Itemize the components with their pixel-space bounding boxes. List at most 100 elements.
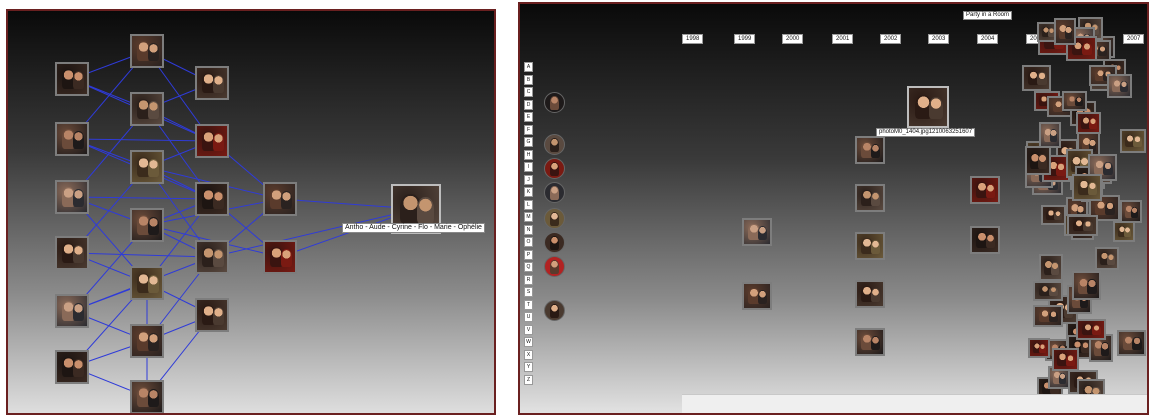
photo-node[interactable] bbox=[55, 236, 89, 270]
person-avatar[interactable] bbox=[544, 182, 565, 203]
letter-index-l[interactable]: L bbox=[524, 199, 533, 210]
letter-index-z[interactable]: Z bbox=[524, 374, 533, 385]
year-label-1999[interactable]: 1999 bbox=[734, 34, 756, 44]
letter-index-i[interactable]: I bbox=[524, 162, 533, 172]
photo-node[interactable] bbox=[55, 294, 89, 328]
timeline-panel[interactable]: Party in a Room 1998 1999 2000 2001 2002… bbox=[518, 2, 1149, 415]
person-avatar[interactable] bbox=[544, 232, 565, 253]
letter-index-b[interactable]: B bbox=[524, 74, 533, 85]
photo-node[interactable] bbox=[130, 34, 164, 68]
photo-node[interactable] bbox=[55, 350, 89, 384]
person-avatar[interactable] bbox=[544, 256, 565, 277]
timeline-photo[interactable] bbox=[855, 232, 885, 260]
letter-index-q[interactable]: Q bbox=[524, 262, 533, 272]
letter-index-a[interactable]: A bbox=[524, 62, 533, 72]
timeline-photo[interactable] bbox=[1052, 348, 1079, 371]
timeline-photo[interactable] bbox=[1095, 247, 1119, 270]
person-avatar[interactable] bbox=[544, 158, 565, 179]
letter-index-o[interactable]: O bbox=[524, 237, 533, 247]
letter-index-s[interactable]: S bbox=[524, 287, 533, 297]
letter-index-k[interactable]: K bbox=[524, 187, 533, 197]
letter-index-c[interactable]: C bbox=[524, 87, 533, 97]
timeline-photo[interactable] bbox=[742, 282, 772, 310]
letter-index-w[interactable]: W bbox=[524, 337, 533, 347]
timeline-photo[interactable] bbox=[1076, 319, 1106, 340]
year-label-2002[interactable]: 2002 bbox=[880, 34, 902, 44]
timeline-photo[interactable] bbox=[1033, 305, 1063, 327]
horizontal-scrollbar[interactable] bbox=[682, 394, 1147, 413]
timeline-photo[interactable] bbox=[1120, 200, 1142, 223]
year-label-2007[interactable]: 2007 bbox=[1123, 34, 1145, 44]
letter-index-d[interactable]: D bbox=[524, 99, 533, 110]
year-label-1998[interactable]: 1998 bbox=[682, 34, 704, 44]
photo-node[interactable] bbox=[130, 208, 164, 242]
timeline-photo[interactable] bbox=[855, 328, 885, 356]
photo-filename-label: photoM0_1404.jpg1210063251607 bbox=[876, 128, 976, 137]
timeline-photo[interactable] bbox=[1107, 74, 1132, 98]
year-label-2003[interactable]: 2003 bbox=[928, 34, 950, 44]
timeline-photo[interactable] bbox=[1076, 112, 1101, 134]
photo-node[interactable] bbox=[195, 298, 229, 332]
timeline-photo[interactable] bbox=[1062, 91, 1087, 111]
letter-index-e[interactable]: E bbox=[524, 112, 533, 122]
person-avatar[interactable] bbox=[544, 92, 565, 113]
year-label-2004[interactable]: 2004 bbox=[977, 34, 999, 44]
graph-panel[interactable]: Antho - Aude - Cyrine - Flo - Marie - Op… bbox=[6, 9, 496, 415]
timeline-photo[interactable] bbox=[1072, 174, 1102, 201]
letter-index-y[interactable]: Y bbox=[524, 362, 533, 372]
timeline-photo[interactable] bbox=[1054, 18, 1076, 45]
timeline-photo[interactable] bbox=[1067, 215, 1098, 236]
photo-node[interactable] bbox=[130, 324, 164, 358]
photo-node[interactable] bbox=[130, 266, 164, 300]
timeline-photo[interactable] bbox=[1028, 338, 1050, 358]
photo-node[interactable] bbox=[55, 122, 89, 156]
photo-node[interactable] bbox=[55, 62, 89, 96]
photo-node[interactable] bbox=[195, 182, 229, 216]
letter-index-j[interactable]: J bbox=[524, 174, 533, 185]
timeline-photo[interactable] bbox=[1025, 146, 1051, 175]
person-avatar[interactable] bbox=[544, 134, 565, 155]
person-avatar[interactable] bbox=[544, 208, 565, 229]
letter-index-g[interactable]: G bbox=[524, 137, 533, 147]
timeline-photo[interactable] bbox=[1041, 205, 1066, 225]
timeline-photo[interactable] bbox=[907, 86, 949, 128]
letter-index-p[interactable]: P bbox=[524, 249, 533, 260]
graph-edge bbox=[71, 252, 213, 258]
photo-node[interactable] bbox=[195, 124, 229, 158]
letter-index-f[interactable]: F bbox=[524, 124, 533, 135]
letter-index-h[interactable]: H bbox=[524, 149, 533, 160]
timeline-photo[interactable] bbox=[1039, 122, 1061, 148]
photo-node[interactable] bbox=[130, 380, 164, 413]
timeline-photo[interactable] bbox=[1072, 271, 1101, 300]
letter-index-m[interactable]: M bbox=[524, 212, 533, 222]
letter-index-n[interactable]: N bbox=[524, 224, 533, 235]
photo-node[interactable] bbox=[263, 240, 297, 274]
timeline-photo[interactable] bbox=[1120, 129, 1146, 153]
year-label-2000[interactable]: 2000 bbox=[782, 34, 804, 44]
letter-index-u[interactable]: U bbox=[524, 312, 533, 322]
photo-node[interactable] bbox=[195, 66, 229, 100]
letter-index-x[interactable]: X bbox=[524, 349, 533, 360]
timeline-photo[interactable] bbox=[1033, 281, 1063, 301]
person-avatar[interactable] bbox=[544, 300, 565, 321]
year-label-2001[interactable]: 2001 bbox=[832, 34, 854, 44]
timeline-photo[interactable] bbox=[742, 218, 772, 246]
timeline-photo[interactable] bbox=[855, 136, 885, 164]
timeline-photo[interactable] bbox=[1117, 330, 1146, 356]
photo-node[interactable] bbox=[130, 150, 164, 184]
timeline-photo[interactable] bbox=[1022, 65, 1051, 91]
timeline-photo[interactable] bbox=[970, 226, 1000, 254]
timeline-photo[interactable] bbox=[970, 176, 1000, 204]
photo-node[interactable] bbox=[130, 92, 164, 126]
letter-index-v[interactable]: V bbox=[524, 324, 533, 335]
letter-index-t[interactable]: T bbox=[524, 299, 533, 310]
timeline-photo[interactable] bbox=[855, 184, 885, 212]
photo-node[interactable] bbox=[55, 180, 89, 214]
photo-node[interactable] bbox=[263, 182, 297, 216]
timeline-photo[interactable] bbox=[855, 280, 885, 308]
timeline-photo[interactable] bbox=[1039, 254, 1063, 281]
photo-node[interactable] bbox=[195, 240, 229, 274]
timeline-photo[interactable] bbox=[1113, 221, 1135, 242]
letter-index-r[interactable]: R bbox=[524, 274, 533, 285]
group-tooltip: Antho - Aude - Cyrine - Flo - Marie - Op… bbox=[342, 223, 485, 233]
